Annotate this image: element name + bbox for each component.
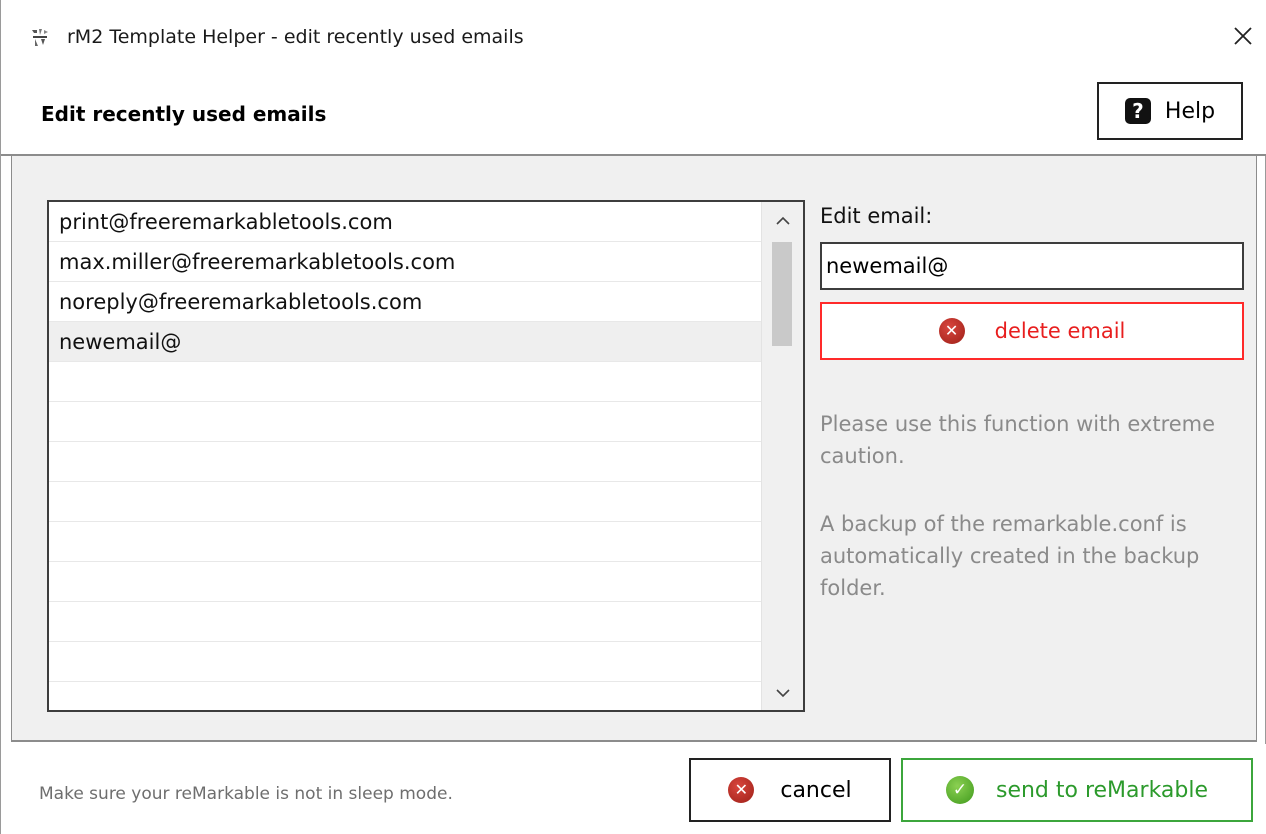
edit-email-label: Edit email: bbox=[820, 204, 933, 228]
delete-email-button[interactable]: ✕ delete email bbox=[820, 302, 1244, 360]
title-bar: rM2 Template Helper - edit recently used… bbox=[1, 6, 1266, 72]
close-button[interactable] bbox=[1223, 18, 1263, 58]
main-panel: print@freeremarkabletools.com max.miller… bbox=[11, 156, 1257, 742]
app-window: rM2 Template Helper - edit recently used… bbox=[0, 0, 1266, 834]
send-button-label: send to reMarkable bbox=[995, 777, 1209, 803]
delete-email-label: delete email bbox=[994, 319, 1126, 343]
sleep-mode-note: Make sure your reMarkable is not in slee… bbox=[39, 784, 453, 804]
help-button[interactable]: ? Help bbox=[1097, 82, 1243, 140]
dialog-footer: Make sure your reMarkable is not in slee… bbox=[1, 744, 1266, 834]
x-circle-icon: ✕ bbox=[728, 777, 755, 803]
list-empty-row bbox=[49, 682, 761, 710]
scroll-down-button[interactable] bbox=[762, 674, 803, 710]
list-empty-row bbox=[49, 602, 761, 642]
list-empty-row bbox=[49, 402, 761, 442]
scroll-up-button[interactable] bbox=[762, 202, 803, 238]
window-title: rM2 Template Helper - edit recently used… bbox=[67, 26, 524, 48]
list-item[interactable]: noreply@freeremarkabletools.com bbox=[49, 282, 761, 322]
send-to-remarkable-button[interactable]: ✓ send to reMarkable bbox=[901, 758, 1253, 822]
cancel-button-label: cancel bbox=[780, 777, 852, 803]
caution-text: Please use this function with extreme ca… bbox=[820, 412, 1216, 468]
list-item[interactable]: max.miller@freeremarkabletools.com bbox=[49, 242, 761, 282]
check-circle-icon: ✓ bbox=[945, 776, 974, 804]
email-list-rows: print@freeremarkabletools.com max.miller… bbox=[49, 202, 761, 710]
close-icon bbox=[1233, 26, 1253, 50]
chevron-up-icon bbox=[776, 211, 790, 230]
page-title: Edit recently used emails bbox=[41, 102, 327, 126]
list-scrollbar[interactable] bbox=[761, 202, 803, 710]
edit-email-input[interactable] bbox=[820, 242, 1244, 290]
list-empty-row bbox=[49, 362, 761, 402]
list-empty-row bbox=[49, 642, 761, 682]
app-logo-icon bbox=[29, 26, 51, 48]
email-listbox[interactable]: print@freeremarkabletools.com max.miller… bbox=[47, 200, 805, 712]
question-mark-icon: ? bbox=[1124, 98, 1151, 124]
list-empty-row bbox=[49, 562, 761, 602]
help-button-label: Help bbox=[1164, 98, 1216, 124]
chevron-down-icon bbox=[776, 683, 790, 702]
list-item-selected[interactable]: newemail@ bbox=[49, 322, 761, 362]
list-empty-row bbox=[49, 522, 761, 562]
list-empty-row bbox=[49, 482, 761, 522]
dialog-header: Edit recently used emails ? Help bbox=[1, 72, 1266, 156]
list-empty-row bbox=[49, 442, 761, 482]
scroll-thumb[interactable] bbox=[772, 242, 792, 346]
x-circle-icon: ✕ bbox=[938, 318, 965, 344]
list-item[interactable]: print@freeremarkabletools.com bbox=[49, 202, 761, 242]
cancel-button[interactable]: ✕ cancel bbox=[689, 758, 891, 822]
backup-info-text: A backup of the remarkable.conf is autom… bbox=[820, 512, 1200, 600]
